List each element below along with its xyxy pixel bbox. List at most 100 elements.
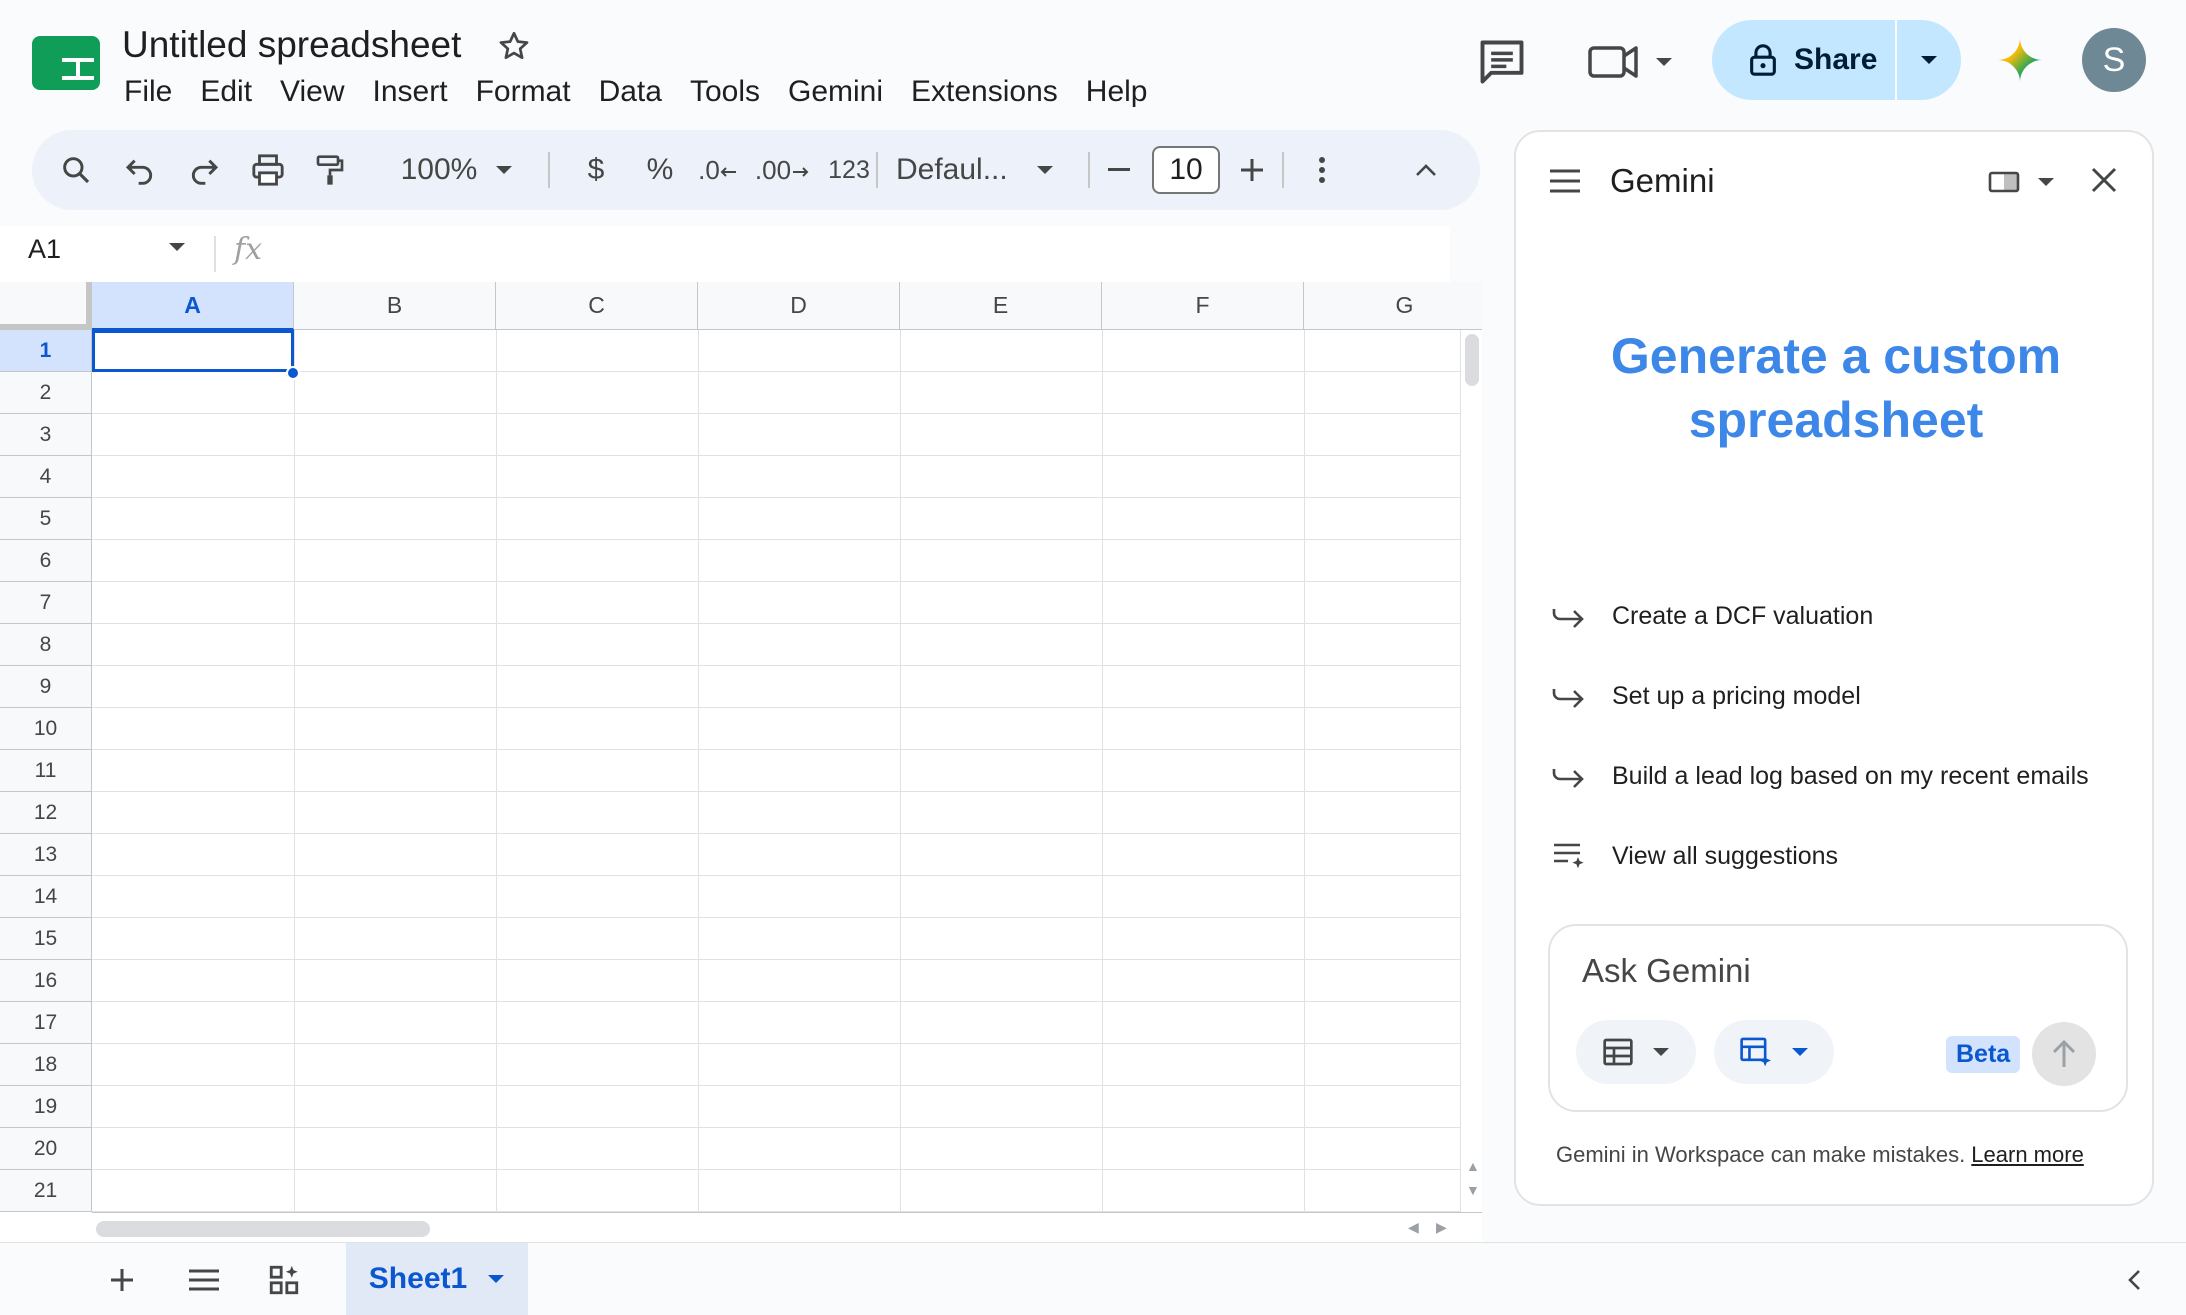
row-header-15[interactable]: 15 [0, 918, 92, 960]
send-button[interactable] [2032, 1022, 2096, 1086]
row-header-2[interactable]: 2 [0, 372, 92, 414]
column-header-c[interactable]: C [496, 282, 698, 330]
print-icon[interactable] [244, 130, 292, 210]
row-header-11[interactable]: 11 [0, 750, 92, 792]
row-header-6[interactable]: 6 [0, 540, 92, 582]
column-header-a[interactable]: A [92, 282, 294, 330]
selected-cell[interactable] [92, 330, 294, 372]
more-options-icon[interactable] [1302, 130, 1342, 210]
caret-down-icon[interactable] [487, 1274, 505, 1284]
cell-area[interactable] [92, 330, 1460, 1212]
row-header-20[interactable]: 20 [0, 1128, 92, 1170]
vertical-scroll-thumb[interactable] [1465, 334, 1479, 386]
row-header-4[interactable]: 4 [0, 456, 92, 498]
zoom-select[interactable]: 100% [392, 130, 522, 210]
suggestion-lead-log[interactable]: Build a lead log based on my recent emai… [1552, 754, 2089, 798]
table-source-chip[interactable] [1576, 1020, 1696, 1084]
row-header-14[interactable]: 14 [0, 876, 92, 918]
suggestion-dcf-valuation[interactable]: Create a DCF valuation [1552, 594, 1873, 638]
currency-format-button[interactable]: $ [572, 130, 620, 210]
undo-icon[interactable] [116, 130, 164, 210]
document-title[interactable]: Untitled spreadsheet [122, 24, 461, 66]
close-icon[interactable] [2090, 166, 2118, 194]
menu-file[interactable]: File [110, 70, 186, 114]
font-size-input[interactable]: 10 [1152, 146, 1220, 194]
row-header-5[interactable]: 5 [0, 498, 92, 540]
hamburger-menu-icon[interactable] [1548, 168, 1582, 194]
share-dropdown-button[interactable] [1897, 20, 1961, 100]
increase-decimal-button[interactable]: .00 [750, 130, 814, 210]
row-header-10[interactable]: 10 [0, 708, 92, 750]
paint-format-icon[interactable] [306, 130, 354, 210]
collapse-toolbar-icon[interactable] [1402, 130, 1450, 210]
comment-icon[interactable] [1476, 36, 1528, 88]
horizontal-scroll-thumb[interactable] [96, 1221, 430, 1237]
menu-help[interactable]: Help [1072, 70, 1162, 114]
horizontal-scrollbar[interactable]: ◀ ▶ [92, 1212, 1482, 1242]
menu-extensions[interactable]: Extensions [897, 70, 1072, 114]
more-formats-button[interactable]: 123 [820, 130, 878, 210]
column-header-d[interactable]: D [698, 282, 900, 330]
scroll-left-arrow-icon[interactable]: ◀ [1408, 1219, 1419, 1236]
row-header-19[interactable]: 19 [0, 1086, 92, 1128]
menu-view[interactable]: View [266, 70, 358, 114]
name-box[interactable]: A1 [28, 234, 61, 265]
gemini-spark-icon[interactable] [1996, 36, 2044, 84]
row-header-8[interactable]: 8 [0, 624, 92, 666]
panel-layout-icon[interactable] [1988, 170, 2058, 194]
row-header-12[interactable]: 12 [0, 792, 92, 834]
row-header-7[interactable]: 7 [0, 582, 92, 624]
add-sheet-icon[interactable] [100, 1243, 144, 1315]
sheets-logo-icon[interactable] [32, 36, 100, 90]
row-header-3[interactable]: 3 [0, 414, 92, 456]
column-header-g[interactable]: G [1304, 282, 1482, 330]
explore-icon[interactable] [262, 1243, 306, 1315]
scroll-right-arrow-icon[interactable]: ▶ [1436, 1219, 1447, 1236]
formula-input[interactable] [280, 234, 1430, 274]
sheet-tab-sheet1[interactable]: Sheet1 [346, 1243, 528, 1315]
column-header-f[interactable]: F [1102, 282, 1304, 330]
share-button[interactable]: Share [1712, 20, 1895, 100]
star-icon[interactable] [496, 28, 532, 64]
menu-gemini[interactable]: Gemini [774, 70, 897, 114]
row-header-18[interactable]: 18 [0, 1044, 92, 1086]
fill-handle[interactable] [286, 366, 300, 380]
menu-data[interactable]: Data [585, 70, 676, 114]
grid-line [92, 413, 1460, 414]
table-sparkle-chip[interactable] [1714, 1020, 1834, 1084]
increase-font-size-button[interactable] [1230, 130, 1274, 210]
row-header-9[interactable]: 9 [0, 666, 92, 708]
ask-gemini-input[interactable]: Ask Gemini Beta [1548, 924, 2128, 1112]
decrease-font-size-button[interactable] [1100, 130, 1140, 210]
row-header-1[interactable]: 1 [0, 330, 92, 372]
vertical-scrollbar[interactable]: ▲ ▼ [1460, 330, 1482, 1212]
menu-format[interactable]: Format [462, 70, 585, 114]
row-header-13[interactable]: 13 [0, 834, 92, 876]
redo-icon[interactable] [180, 130, 228, 210]
menu-tools[interactable]: Tools [676, 70, 774, 114]
arrow-left-icon [720, 160, 738, 180]
decrease-decimal-button[interactable]: .0 [690, 130, 746, 210]
scroll-down-arrow-icon[interactable]: ▼ [1466, 1182, 1480, 1198]
avatar[interactable]: S [2082, 28, 2146, 92]
percent-format-button[interactable]: % [636, 130, 684, 210]
menu-edit[interactable]: Edit [186, 70, 266, 114]
meet-video-button[interactable] [1584, 38, 1676, 84]
column-header-b[interactable]: B [294, 282, 496, 330]
select-all-corner[interactable] [0, 282, 92, 330]
search-icon[interactable] [52, 130, 100, 210]
row-header-16[interactable]: 16 [0, 960, 92, 1002]
scroll-up-arrow-icon[interactable]: ▲ [1466, 1158, 1480, 1174]
menu-insert[interactable]: Insert [359, 70, 462, 114]
row-header-17[interactable]: 17 [0, 1002, 92, 1044]
number-format-label: 123 [828, 155, 870, 184]
column-header-e[interactable]: E [900, 282, 1102, 330]
chevron-left-icon[interactable] [2112, 1243, 2156, 1315]
font-family-select[interactable]: Defaul... [896, 130, 1096, 210]
learn-more-link[interactable]: Learn more [1971, 1142, 2084, 1167]
row-header-21[interactable]: 21 [0, 1170, 92, 1212]
suggestion-pricing-model[interactable]: Set up a pricing model [1552, 674, 1861, 718]
caret-down-icon[interactable] [168, 242, 186, 252]
view-all-suggestions[interactable]: View all suggestions [1552, 834, 1838, 878]
all-sheets-icon[interactable] [182, 1243, 226, 1315]
